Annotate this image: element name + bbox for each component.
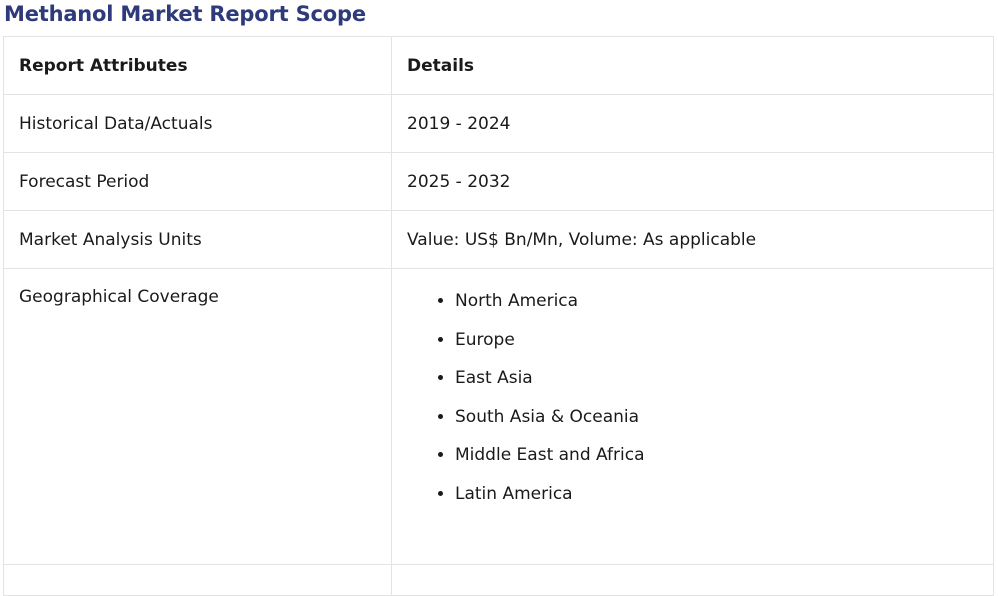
attribute-cell xyxy=(3,564,392,596)
table-row-partial xyxy=(3,564,994,596)
attribute-cell: Historical Data/Actuals xyxy=(3,94,392,153)
region-list: North America Europe East Asia South Asi… xyxy=(407,290,993,506)
page-title: Methanol Market Report Scope xyxy=(4,2,366,26)
region-item: South Asia & Oceania xyxy=(455,406,993,429)
attribute-cell: Market Analysis Units xyxy=(3,210,392,269)
report-scope-table: Report Attributes Details Historical Dat… xyxy=(3,36,994,596)
column-header-details: Details xyxy=(391,36,994,95)
table-header-row: Report Attributes Details xyxy=(3,36,994,95)
detail-cell xyxy=(391,564,994,596)
attribute-cell: Forecast Period xyxy=(3,152,392,211)
region-item: North America xyxy=(455,290,993,313)
table-row-geographical-coverage: Geographical Coverage North America Euro… xyxy=(3,268,994,565)
region-item: Latin America xyxy=(455,483,993,506)
region-item: East Asia xyxy=(455,367,993,390)
detail-cell: 2019 - 2024 xyxy=(391,94,994,153)
region-item: Europe xyxy=(455,329,993,352)
detail-cell-regions: North America Europe East Asia South Asi… xyxy=(391,268,994,565)
attribute-cell: Geographical Coverage xyxy=(3,268,392,565)
table-row: Forecast Period 2025 - 2032 xyxy=(3,152,994,211)
table-row: Market Analysis Units Value: US$ Bn/Mn, … xyxy=(3,210,994,269)
detail-cell: 2025 - 2032 xyxy=(391,152,994,211)
table-row: Historical Data/Actuals 2019 - 2024 xyxy=(3,94,994,153)
column-header-attributes: Report Attributes xyxy=(3,36,392,95)
detail-cell: Value: US$ Bn/Mn, Volume: As applicable xyxy=(391,210,994,269)
region-item: Middle East and Africa xyxy=(455,444,993,467)
